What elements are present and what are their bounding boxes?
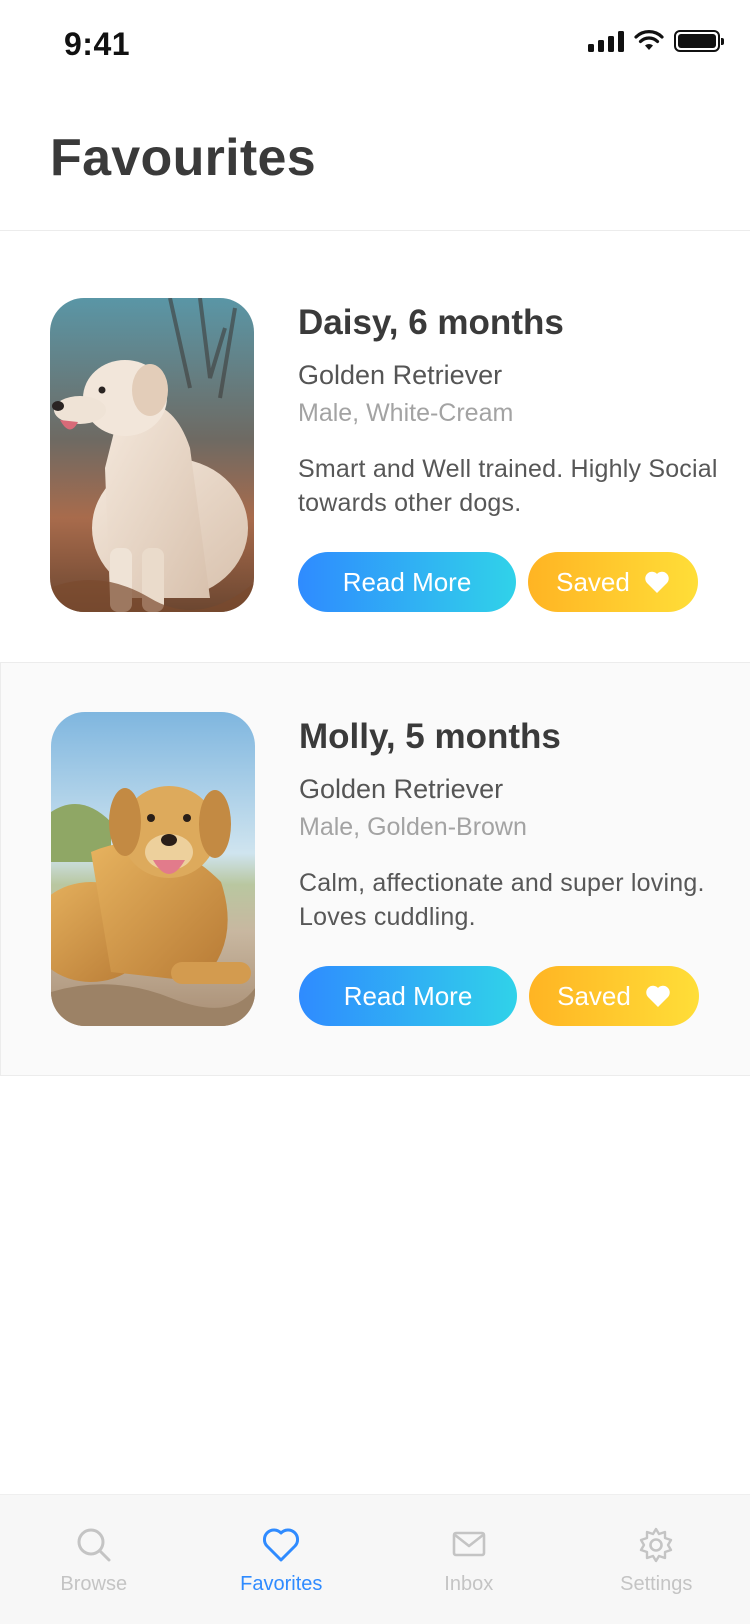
gear-icon bbox=[640, 1527, 673, 1563]
pet-description: Calm, affectionate and super loving. Lov… bbox=[299, 869, 705, 931]
search-icon bbox=[77, 1528, 111, 1562]
mail-icon bbox=[452, 1531, 486, 1557]
pet-name: Molly, 5 months bbox=[299, 717, 561, 756]
favorite-card[interactable]: Daisy, 6 months Golden Retriever Male, W… bbox=[0, 248, 750, 662]
card-actions: Read More Saved bbox=[299, 966, 699, 1026]
pet-details: Male, White-Cream bbox=[298, 399, 514, 427]
battery-fill bbox=[678, 34, 716, 48]
read-more-label: Read More bbox=[342, 566, 472, 597]
pet-info: Molly, 5 months Golden Retriever Male, G… bbox=[299, 714, 719, 934]
battery-icon bbox=[674, 30, 724, 52]
card-actions: Read More Saved bbox=[298, 552, 698, 612]
page-title: Favourites bbox=[50, 129, 316, 187]
pet-breed: Golden Retriever bbox=[298, 360, 503, 390]
pet-photo[interactable] bbox=[50, 298, 254, 612]
read-more-button[interactable]: Read More bbox=[298, 552, 516, 612]
pet-breed: Golden Retriever bbox=[299, 774, 504, 804]
status-bar: 9:41 bbox=[0, 0, 750, 90]
heart-icon bbox=[645, 571, 669, 593]
tab-favorites[interactable]: Favorites bbox=[188, 1495, 376, 1624]
tab-browse[interactable]: Browse bbox=[0, 1495, 188, 1624]
tab-label: Inbox bbox=[444, 1573, 494, 1595]
saved-button[interactable]: Saved bbox=[529, 966, 699, 1026]
header-divider bbox=[0, 230, 750, 231]
pet-description: Smart and Well trained. Highly Social to… bbox=[298, 455, 718, 517]
tab-label: Browse bbox=[60, 1573, 128, 1595]
tab-inbox[interactable]: Inbox bbox=[375, 1495, 563, 1624]
favorite-card[interactable]: Molly, 5 months Golden Retriever Male, G… bbox=[0, 662, 750, 1076]
pet-name: Daisy, 6 months bbox=[298, 303, 564, 342]
status-icons bbox=[588, 30, 724, 52]
pet-details: Male, Golden-Brown bbox=[299, 813, 527, 841]
heart-icon bbox=[646, 985, 670, 1007]
dog-photo-image bbox=[50, 298, 254, 612]
tab-label: Favorites bbox=[240, 1573, 323, 1595]
tab-settings[interactable]: Settings bbox=[563, 1495, 750, 1624]
read-more-button[interactable]: Read More bbox=[299, 966, 517, 1026]
wifi-icon bbox=[634, 30, 664, 50]
heart-icon bbox=[263, 1528, 300, 1562]
cellular-signal-icon bbox=[588, 30, 624, 52]
saved-label: Saved bbox=[556, 566, 630, 597]
tab-label: Settings bbox=[620, 1573, 693, 1595]
read-more-label: Read More bbox=[343, 980, 473, 1011]
status-time: 9:41 bbox=[64, 26, 131, 62]
saved-button[interactable]: Saved bbox=[528, 552, 698, 612]
pet-info: Daisy, 6 months Golden Retriever Male, W… bbox=[298, 300, 718, 520]
dog-photo-image bbox=[51, 712, 255, 1026]
saved-label: Saved bbox=[557, 980, 631, 1011]
tab-bar: Browse Favorites Inbox Settings bbox=[0, 1494, 750, 1624]
pet-photo[interactable] bbox=[51, 712, 255, 1026]
